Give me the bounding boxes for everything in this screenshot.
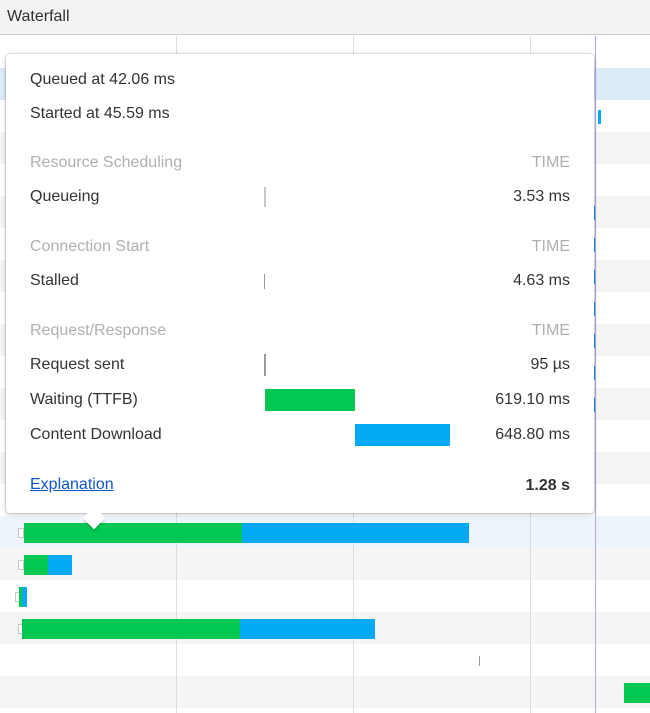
section-time-label: TIME bbox=[531, 322, 570, 339]
waiting-ttfb-label: Waiting (TTFB) bbox=[30, 391, 138, 408]
section-title-connection-start: Connection Start bbox=[30, 238, 150, 255]
waterfall-bar-download[interactable] bbox=[240, 619, 375, 639]
waterfall-title: Waterfall bbox=[7, 8, 70, 25]
queueing-bar bbox=[264, 187, 266, 207]
waterfall-tick bbox=[479, 656, 480, 666]
request-sent-bar bbox=[264, 354, 266, 376]
waterfall-bar-download[interactable] bbox=[48, 555, 72, 575]
request-sent-value: 95 µs bbox=[530, 356, 570, 373]
section-title-request-response: Request/Response bbox=[30, 322, 167, 339]
content-download-bar bbox=[355, 424, 450, 446]
stalled-bar bbox=[264, 274, 265, 289]
waterfall-header[interactable]: Waterfall bbox=[0, 0, 650, 35]
started-at-text: Started at 45.59 ms bbox=[30, 105, 170, 122]
section-time-label: TIME bbox=[531, 154, 570, 171]
explanation-link[interactable]: Explanation bbox=[30, 476, 114, 494]
waiting-ttfb-bar bbox=[265, 389, 355, 411]
content-download-label: Content Download bbox=[30, 426, 162, 443]
waterfall-bar-download[interactable] bbox=[22, 587, 27, 607]
waiting-ttfb-value: 619.10 ms bbox=[495, 391, 570, 408]
waterfall-row[interactable] bbox=[0, 644, 650, 676]
waterfall-bar-waiting[interactable] bbox=[24, 555, 48, 575]
waterfall-row[interactable] bbox=[0, 548, 650, 580]
waterfall-bar-fragment[interactable] bbox=[598, 110, 601, 124]
stalled-label: Stalled bbox=[30, 272, 79, 289]
total-time-value: 1.28 s bbox=[525, 477, 570, 494]
waterfall-row[interactable] bbox=[0, 580, 650, 612]
waterfall-bar-waiting[interactable] bbox=[22, 619, 240, 639]
timing-tooltip: Queued at 42.06 ms Started at 45.59 ms R… bbox=[6, 54, 594, 530]
waterfall-bar-waiting[interactable] bbox=[624, 683, 650, 703]
timeline-marker bbox=[595, 36, 596, 713]
waterfall-bar-waiting[interactable] bbox=[24, 523, 242, 543]
waterfall-bar-download[interactable] bbox=[242, 523, 469, 543]
queueing-value: 3.53 ms bbox=[513, 188, 570, 205]
section-title-resource-scheduling: Resource Scheduling bbox=[30, 154, 183, 171]
stalled-value: 4.63 ms bbox=[513, 272, 570, 289]
waterfall-row[interactable] bbox=[0, 676, 650, 708]
queueing-label: Queueing bbox=[30, 188, 100, 205]
request-sent-label: Request sent bbox=[30, 356, 125, 373]
content-download-value: 648.80 ms bbox=[495, 426, 570, 443]
section-time-label: TIME bbox=[531, 238, 570, 255]
queued-at-text: Queued at 42.06 ms bbox=[30, 71, 175, 88]
